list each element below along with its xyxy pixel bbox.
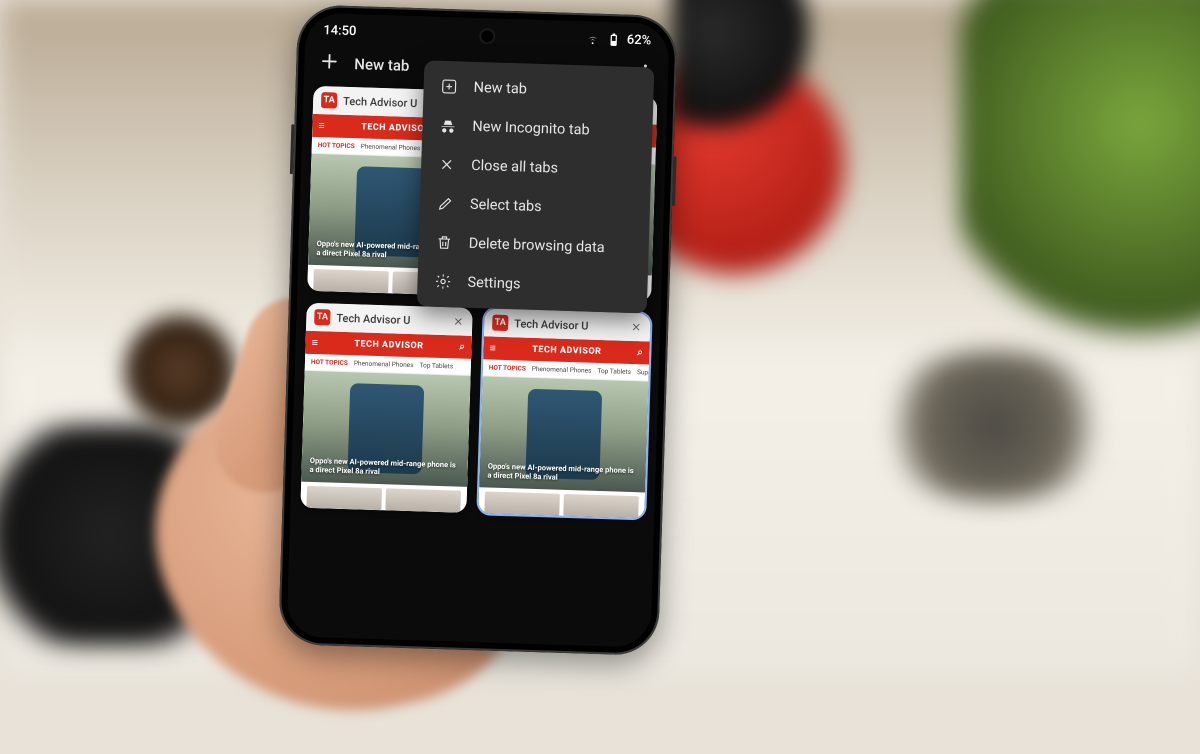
- menu-item-label: Settings: [467, 274, 520, 293]
- favicon-icon: TA: [321, 92, 337, 108]
- battery-icon: [606, 32, 621, 47]
- menu-item-settings[interactable]: Settings: [417, 261, 648, 307]
- tab-preview: ≡TECH ADVISOR⌕ HOT TOPICSPhenomenal Phon…: [478, 336, 649, 518]
- tab-close-button[interactable]: [628, 319, 644, 335]
- plus-square-icon: [439, 78, 458, 96]
- menu-item-label: New Incognito tab: [472, 118, 590, 139]
- favicon-icon: TA: [314, 309, 330, 325]
- tab-title: Tech Advisor U: [514, 317, 622, 333]
- gear-icon: [433, 273, 452, 291]
- menu-item-label: New tab: [473, 79, 527, 98]
- tab-close-button[interactable]: [450, 313, 466, 329]
- favicon-icon: TA: [492, 315, 508, 331]
- pencil-icon: [436, 195, 455, 213]
- overflow-menu: New tab New Incognito tab Close all tabs…: [417, 60, 655, 313]
- tab-card-active[interactable]: TA Tech Advisor U ≡TECH ADVISOR⌕ HOT TOP…: [478, 308, 650, 518]
- new-tab-button[interactable]: New tab: [354, 55, 410, 75]
- tab-preview: ≡TECH ADVISOR⌕ HOT TOPICSPhenomenal Phon…: [300, 331, 471, 513]
- trash-icon: [435, 234, 454, 252]
- menu-item-label: Delete browsing data: [468, 235, 604, 256]
- status-battery-pct: 62%: [627, 33, 652, 49]
- phone-screen: 14:50 62% New tab: [286, 13, 669, 648]
- status-time: 14:50: [323, 23, 356, 39]
- menu-item-label: Select tabs: [470, 196, 542, 215]
- incognito-icon: [438, 117, 457, 135]
- tab-title: Tech Advisor U: [336, 311, 444, 327]
- close-icon: [437, 156, 456, 174]
- plus-icon[interactable]: [318, 50, 341, 77]
- menu-item-label: Close all tabs: [471, 157, 558, 177]
- tab-card[interactable]: TA Tech Advisor U ≡TECH ADVISOR⌕ HOT TOP…: [300, 303, 472, 513]
- wifi-icon: [585, 31, 600, 46]
- phone-frame: 14:50 62% New tab: [278, 4, 678, 656]
